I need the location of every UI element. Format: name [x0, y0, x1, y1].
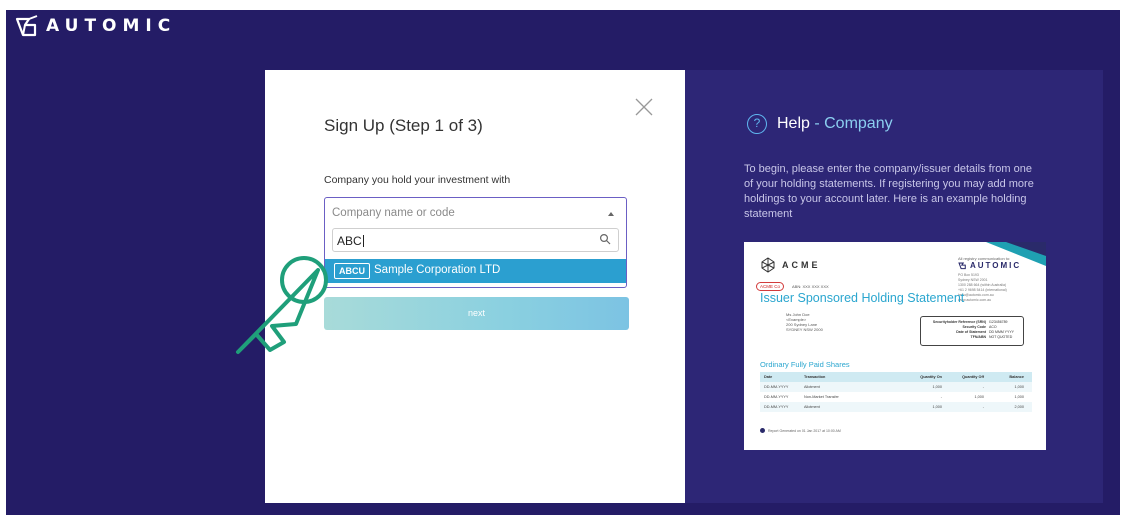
table-cell: Allotment: [804, 405, 820, 409]
statement-heading: Issuer Sponsored Holding Statement: [760, 291, 965, 305]
info-icon: [760, 428, 765, 433]
correspondence-line: www.automic.com.au: [958, 298, 992, 302]
statement-issuer-name: ACME: [782, 260, 821, 270]
column-header: Quantity On: [920, 375, 942, 379]
close-icon[interactable]: [635, 98, 653, 116]
help-header: ? Help - Company: [747, 114, 893, 134]
help-title-prefix: Help: [777, 115, 810, 132]
column-header: Quantity Off: [962, 375, 984, 379]
example-holding-statement: ACME All registry communication to: AUTO…: [744, 242, 1046, 450]
table-row: DD-MM-YYYY Non-Market Transfer - 1,000 1…: [760, 392, 1032, 402]
logo-icon: [15, 15, 38, 37]
statement-abn: ABN: XXX XXX XXX: [792, 284, 829, 289]
column-header: Date: [764, 375, 773, 379]
company-search-input[interactable]: ABC: [332, 228, 619, 252]
table-cell: DD-MM-YYYY: [764, 395, 789, 399]
table-cell: -: [940, 395, 942, 399]
table-cell: 1,000: [932, 405, 942, 409]
next-button[interactable]: next: [324, 297, 629, 330]
company-select-placeholder: Company name or code: [332, 207, 455, 219]
statement-section-title: Ordinary Fully Paid Shares: [760, 360, 850, 369]
table-cell: DD-MM-YYYY: [764, 385, 789, 389]
company-label: Company you hold your investment with: [324, 174, 511, 186]
statement-table-header: Date Transaction Quantity On Quantity Of…: [760, 372, 1032, 382]
statement-issuer-badge: ACME Co: [756, 282, 785, 291]
caret-up-icon[interactable]: [608, 212, 614, 216]
search-input-value[interactable]: ABC: [337, 234, 364, 248]
table-cell: 1,000: [1014, 385, 1024, 389]
table-row: DD-MM-YYYY Allotment 1,000 - 1,000: [760, 382, 1032, 392]
brand-logo[interactable]: AUTOMIC: [14, 13, 176, 39]
correspondence-lines: PO Box 5193 Sydney NSW 2001 1300 288 664…: [958, 273, 1036, 303]
statement-footer-text: Report Generated on 01 Jan 2017 at 10:00…: [768, 428, 841, 433]
table-cell: DD-MM-YYYY: [764, 405, 789, 409]
table-row: DD-MM-YYYY Allotment 1,000 - 2,000: [760, 402, 1032, 412]
help-text: To begin, please enter the company/issue…: [744, 163, 1034, 220]
logo-icon: [958, 262, 966, 270]
table-cell: 1,000: [1014, 395, 1024, 399]
table-cell: 1,000: [932, 385, 942, 389]
acme-logo-icon: [761, 257, 775, 273]
statement-correspondence: All registry communication to: AUTOMIC P…: [958, 256, 1036, 303]
table-cell: Non-Market Transfer: [804, 395, 839, 399]
table-cell: 1,000: [974, 395, 984, 399]
help-title-suffix: - Company: [809, 115, 893, 132]
statement-table: Date Transaction Quantity On Quantity Of…: [760, 372, 1032, 412]
address-line: SYDNEY NSW 2000: [786, 327, 823, 332]
statement-footer: Report Generated on 01 Jan 2017 at 10:00…: [760, 428, 841, 433]
table-cell: 2,000: [1014, 405, 1024, 409]
table-cell: Allotment: [804, 385, 820, 389]
table-cell: -: [982, 385, 984, 389]
column-header: Transaction: [804, 375, 826, 379]
pointer-cursor-icon: [236, 256, 328, 354]
correspondence-brand-name: AUTOMIC: [970, 261, 1022, 270]
statement-table-body: DD-MM-YYYY Allotment 1,000 - 1,000 DD-MM…: [760, 382, 1032, 412]
correspondence-brand: AUTOMIC: [958, 261, 1036, 270]
statement-corner-decoration-dark: [1006, 242, 1046, 256]
brand-name: AUTOMIC: [46, 16, 177, 36]
help-title: Help - Company: [777, 115, 893, 133]
search-icon: [599, 233, 611, 245]
statement-issuer-logo: ACME: [760, 257, 821, 273]
reference-value: NOT QUOTED: [989, 335, 1013, 339]
statement-address: Ms John Doe <Example> 200 Sydney Lane SY…: [786, 312, 823, 332]
table-cell: -: [982, 405, 984, 409]
help-circle-icon: ?: [747, 114, 767, 134]
app-background: AUTOMIC Sign Up (Step 1 of 3) Company yo…: [6, 10, 1120, 515]
page-title: Sign Up (Step 1 of 3): [324, 116, 483, 135]
company-option[interactable]: ABCU Sample Corporation LTD: [325, 259, 626, 283]
reference-key: TFN/ABN: [970, 335, 986, 339]
reference-row: TFN/ABN NOT QUOTED: [925, 335, 1019, 340]
column-header: Balance: [1009, 375, 1024, 379]
option-label: Sample Corporation LTD: [374, 264, 501, 276]
help-panel: ? Help - Company To begin, please enter …: [685, 70, 1103, 503]
statement-references: Securityholder Reference (SRN) I123456789…: [920, 316, 1024, 346]
company-select[interactable]: Company name or code ABC ABCU Sample Cor…: [324, 197, 627, 288]
